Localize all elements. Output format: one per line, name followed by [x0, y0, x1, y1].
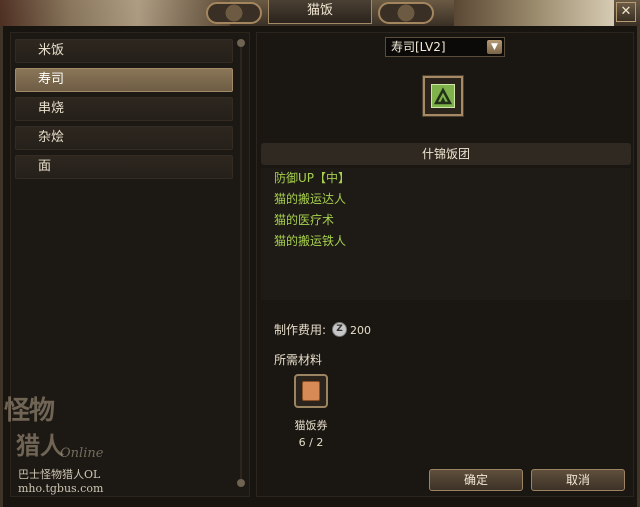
category-list: 米饭 寿司 串烧 杂烩 面 [15, 39, 233, 184]
cost-row: 制作费用: Z 200 [274, 321, 371, 339]
ticket-icon [302, 381, 320, 401]
chevron-down-icon[interactable]: ▼ [487, 40, 502, 54]
close-button[interactable]: ✕ [616, 2, 636, 22]
scroll-down-cap[interactable] [237, 479, 245, 487]
cancel-button[interactable]: 取消 [531, 469, 625, 491]
dish-icon-frame [423, 76, 463, 116]
category-panel: 米饭 寿司 串烧 杂烩 面 [10, 32, 250, 497]
category-scrollbar[interactable] [237, 39, 245, 487]
ornament-left-icon [206, 2, 262, 24]
category-item-rice[interactable]: 米饭 [15, 39, 233, 63]
dish-emblem-icon [433, 87, 453, 105]
background-scene-left [0, 0, 230, 26]
skill-item: 猫的医疗术 [274, 213, 335, 227]
category-item-skewer[interactable]: 串烧 [15, 97, 233, 121]
skill-list: 防御UP【中】 猫的搬运达人 猫的医疗术 猫的搬运铁人 [261, 168, 631, 300]
material-slot[interactable] [294, 374, 328, 408]
zenny-icon: Z [332, 322, 348, 337]
material-count: 6 / 2 [298, 436, 324, 449]
skill-item: 猫的搬运达人 [274, 192, 347, 206]
top-banner: 猫饭 ✕ [0, 0, 640, 26]
dish-name: 什锦饭团 [261, 143, 631, 165]
scroll-up-cap[interactable] [237, 39, 245, 47]
dish-select[interactable]: 寿司[LV2] ▼ [385, 37, 505, 57]
detail-panel: 寿司[LV2] ▼ 什锦饭团 防御UP【中】 猫的搬运达人 猫的医疗术 猫的搬运… [256, 32, 634, 497]
dish-select-value: 寿司[LV2] [391, 40, 446, 54]
cost-label: 制作费用: [274, 323, 327, 337]
skill-item: 猫的搬运铁人 [274, 234, 347, 248]
background-scene-right [454, 0, 614, 26]
ornament-right-icon [378, 2, 434, 24]
window-title: 猫饭 [268, 0, 372, 24]
category-item-stew[interactable]: 杂烩 [15, 126, 233, 150]
skill-item: 防御UP【中】 [274, 171, 351, 185]
materials-title: 所需材料 [274, 353, 323, 367]
scroll-track[interactable] [240, 47, 242, 479]
cost-value: 200 [350, 324, 372, 337]
material-name: 猫饭券 [294, 419, 328, 432]
category-item-sushi[interactable]: 寿司 [15, 68, 233, 92]
category-item-noodles[interactable]: 面 [15, 155, 233, 179]
confirm-button[interactable]: 确定 [429, 469, 523, 491]
